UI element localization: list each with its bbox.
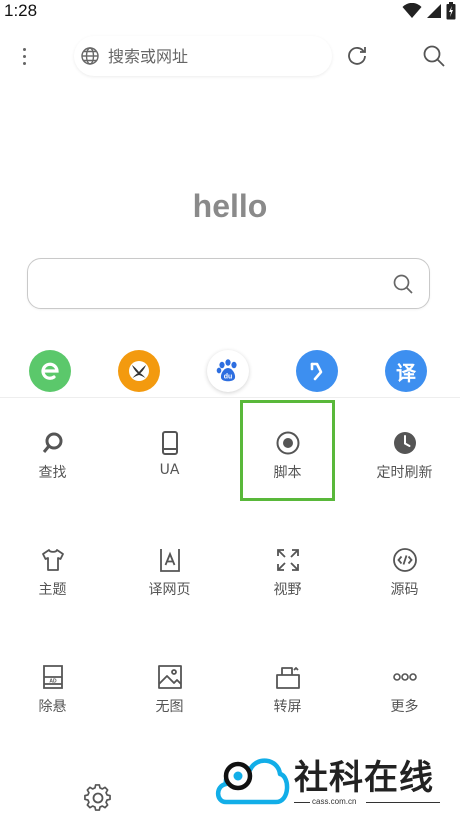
shortcut-xbox[interactable]: [118, 350, 160, 392]
shortcut-row: du 译: [0, 350, 460, 394]
menu-item-script[interactable]: 脚本: [230, 430, 345, 490]
watermark: 社科在线 cass.com.cn: [214, 748, 454, 812]
menu-label: UA: [159, 462, 180, 478]
menu-item-remove-float[interactable]: AD 除悬: [0, 664, 110, 724]
cloud-logo-icon: [215, 758, 290, 805]
e-browser-icon: [41, 362, 59, 380]
svg-text:du: du: [224, 374, 233, 381]
expand-icon: [276, 549, 299, 571]
watermark-domain: cass.com.cn: [312, 797, 357, 806]
url-bar[interactable]: [74, 36, 332, 76]
baidu-icon: du: [216, 359, 237, 382]
xbox-icon: [129, 361, 149, 381]
phone-icon: [161, 431, 178, 455]
status-icons: [402, 2, 456, 20]
rotate-icon: [275, 667, 300, 689]
signal-icon: [427, 4, 441, 18]
menu-item-ua[interactable]: UA: [112, 430, 227, 490]
menu-label: 无图: [155, 699, 184, 715]
menu-item-rotate[interactable]: 转屏: [230, 664, 345, 724]
menu-item-source[interactable]: 源码: [347, 547, 460, 607]
battery-icon: [446, 2, 456, 20]
shortcut-baidu[interactable]: du: [207, 350, 249, 392]
search-icon[interactable]: [391, 272, 415, 296]
browser-toolbar: [0, 34, 460, 78]
url-input[interactable]: [108, 46, 308, 66]
search-icon[interactable]: [421, 43, 447, 69]
menu-item-view[interactable]: 视野: [230, 547, 345, 607]
menu-label: 更多: [390, 699, 419, 715]
more-icon: [392, 673, 417, 681]
menu-label: 视野: [273, 582, 302, 598]
menu-item-translate-page[interactable]: 译网页: [112, 547, 227, 607]
status-bar: 1:28: [0, 0, 460, 24]
menu-item-find[interactable]: 查找: [0, 430, 110, 490]
svg-text:AD: AD: [49, 679, 57, 685]
globe-icon: [81, 47, 99, 65]
menu-label: 定时刷新: [376, 465, 433, 481]
clock-icon: [393, 432, 416, 454]
overflow-menu-button[interactable]: [10, 40, 38, 72]
tshirt-icon: [41, 549, 64, 571]
menu-item-theme[interactable]: 主题: [0, 547, 110, 607]
translate-icon: 译: [396, 360, 416, 385]
menu-label: 除悬: [38, 699, 67, 715]
refresh-icon[interactable]: [344, 43, 370, 69]
find-icon: [42, 432, 62, 453]
shortcut-translate[interactable]: 译: [385, 350, 427, 392]
translate-page-icon: [159, 549, 180, 572]
menu-item-auto-refresh[interactable]: 定时刷新: [347, 430, 460, 490]
menu-item-no-image[interactable]: 无图: [112, 664, 227, 724]
gear-icon[interactable]: [84, 784, 112, 812]
menu-label: 转屏: [273, 699, 302, 715]
shortcut-return[interactable]: [296, 350, 338, 392]
code-icon: [392, 548, 417, 572]
menu-item-more[interactable]: 更多: [347, 664, 460, 724]
shortcut-e-browser[interactable]: [29, 350, 71, 392]
home-search-box[interactable]: [27, 258, 430, 309]
remove-float-icon: AD: [42, 665, 63, 689]
menu-label: 脚本: [273, 465, 302, 481]
wifi-icon: [402, 3, 422, 18]
home-title: hello: [192, 188, 268, 224]
menu-label: 源码: [390, 582, 419, 598]
status-time: 1:28: [4, 1, 38, 20]
record-icon: [276, 431, 299, 455]
menu-label: 查找: [38, 465, 67, 481]
divider: [0, 397, 460, 398]
watermark-brand: 社科在线: [294, 758, 434, 798]
menu-label: 主题: [38, 582, 67, 598]
back-arrow-icon: [310, 362, 323, 381]
image-icon: [157, 665, 182, 689]
menu-label: 译网页: [148, 582, 191, 598]
